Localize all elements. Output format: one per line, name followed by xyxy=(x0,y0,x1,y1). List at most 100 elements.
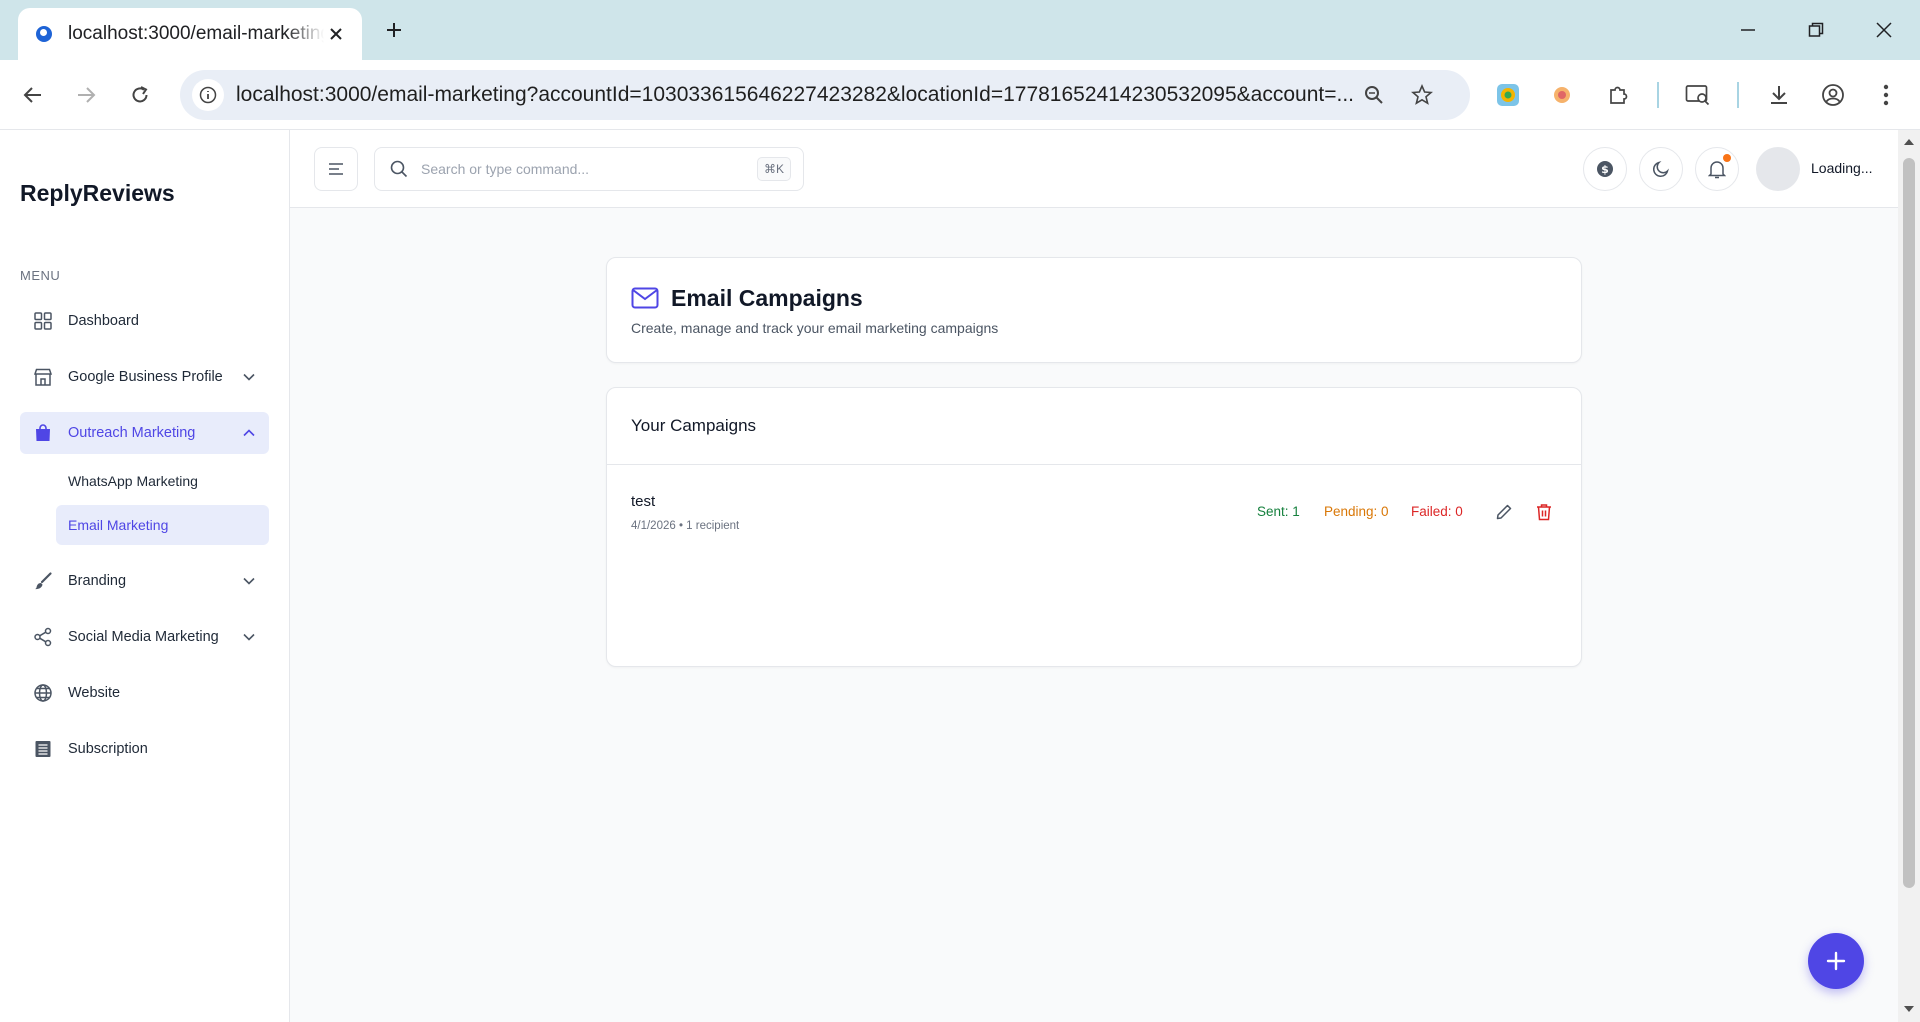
svg-text:$: $ xyxy=(1601,163,1609,176)
chevron-down-icon xyxy=(239,571,259,591)
chevron-down-icon xyxy=(239,627,259,647)
restore-icon[interactable] xyxy=(1800,14,1832,46)
brand-logo[interactable]: ReplyReviews xyxy=(20,180,175,207)
delete-button[interactable] xyxy=(1532,500,1556,524)
bookmark-star-icon[interactable] xyxy=(1406,79,1438,111)
brush-icon xyxy=(33,571,53,591)
menu-heading: MENU xyxy=(20,268,61,283)
moon-icon xyxy=(1653,161,1669,177)
scrollbar-thumb[interactable] xyxy=(1903,158,1915,888)
sidebar-item-dashboard[interactable]: Dashboard xyxy=(20,300,269,342)
store-icon xyxy=(33,367,53,387)
plus-icon xyxy=(1826,951,1846,971)
campaigns-card: Your Campaigns test 4/1/2026 • 1 recipie… xyxy=(606,387,1582,667)
share-icon xyxy=(33,627,53,647)
sidebar-subitem-label: WhatsApp Marketing xyxy=(68,473,198,489)
pencil-icon xyxy=(1496,504,1512,520)
sidebar-item-label: Outreach Marketing xyxy=(68,425,196,441)
sidebar-item-social-media-marketing[interactable]: Social Media Marketing xyxy=(20,616,269,658)
sidebar-subitem-email-marketing[interactable]: Email Marketing xyxy=(56,505,269,545)
close-window-icon[interactable] xyxy=(1868,14,1900,46)
sidebar-item-website[interactable]: Website xyxy=(20,672,269,714)
sidebar-item-label: Social Media Marketing xyxy=(68,629,219,645)
profile-icon[interactable] xyxy=(1817,79,1849,111)
sidebar-item-label: Subscription xyxy=(68,741,148,757)
search-box[interactable]: Search or type command... ⌘K xyxy=(374,147,804,191)
campaigns-title: Your Campaigns xyxy=(631,416,757,435)
minimize-icon[interactable] xyxy=(1732,14,1764,46)
reload-icon[interactable] xyxy=(124,79,156,111)
tab-title: localhost:3000/email-marketing xyxy=(68,23,324,44)
main-content: Search or type command... ⌘K $ Loading..… xyxy=(290,130,1898,1022)
sidebar-item-google-business-profile[interactable]: Google Business Profile xyxy=(20,356,269,398)
trash-icon xyxy=(1537,504,1551,521)
sidebar-item-outreach-marketing[interactable]: Outreach Marketing xyxy=(20,412,269,454)
extension-gear-icon[interactable] xyxy=(1546,79,1578,111)
url-text[interactable]: localhost:3000/email-marketing?accountId… xyxy=(236,83,1356,107)
create-campaign-button[interactable] xyxy=(1808,933,1864,989)
currency-button[interactable]: $ xyxy=(1583,147,1627,191)
extensions-puzzle-icon[interactable] xyxy=(1602,79,1634,111)
sidebar: ReplyReviews MENU Dashboard Google Busin… xyxy=(0,130,290,1022)
top-header: Search or type command... ⌘K $ Loading..… xyxy=(290,130,1898,208)
notification-dot xyxy=(1723,154,1731,162)
browser-tab[interactable]: localhost:3000/email-marketing xyxy=(18,8,362,60)
forward-arrow-icon[interactable] xyxy=(70,79,102,111)
campaign-meta: 4/1/2026 • 1 recipient xyxy=(631,520,740,532)
extension-color-icon[interactable] xyxy=(1492,79,1524,111)
download-icon[interactable] xyxy=(1763,79,1795,111)
chevron-up-icon xyxy=(239,423,259,443)
toolbar-separator xyxy=(1657,82,1659,108)
chevron-down-icon xyxy=(239,367,259,387)
close-tab-icon[interactable] xyxy=(324,22,348,46)
campaign-name[interactable]: test xyxy=(631,493,655,510)
pending-count: Pending: 0 xyxy=(1324,504,1389,519)
scroll-down-icon[interactable] xyxy=(1903,1003,1915,1015)
sidebar-subitem-label: Email Marketing xyxy=(68,517,169,533)
browser-toolbar: localhost:3000/email-marketing?accountId… xyxy=(0,60,1920,130)
sidebar-toggle-button[interactable] xyxy=(314,147,358,191)
favicon-icon xyxy=(36,26,52,42)
sidebar-item-subscription[interactable]: Subscription xyxy=(20,728,269,770)
shopping-bag-icon xyxy=(33,423,53,443)
zoom-icon[interactable] xyxy=(1358,79,1390,111)
toolbar-separator xyxy=(1737,82,1739,108)
mail-icon xyxy=(631,286,659,310)
site-info-icon[interactable] xyxy=(192,79,224,111)
menu-icon xyxy=(329,163,343,175)
dark-mode-toggle[interactable] xyxy=(1639,147,1683,191)
sidebar-subitem-whatsapp-marketing[interactable]: WhatsApp Marketing xyxy=(56,461,269,501)
scroll-up-icon[interactable] xyxy=(1903,136,1915,148)
user-menu-name[interactable]: Loading... xyxy=(1811,160,1873,176)
dollar-icon: $ xyxy=(1597,161,1613,177)
page-scrollbar[interactable] xyxy=(1898,130,1920,1022)
avatar[interactable] xyxy=(1756,147,1800,191)
back-arrow-icon[interactable] xyxy=(17,79,49,111)
sidebar-item-label: Dashboard xyxy=(68,313,139,329)
more-menu-icon[interactable] xyxy=(1870,79,1902,111)
page-header-card: Email Campaigns Create, manage and track… xyxy=(606,257,1582,363)
new-tab-button[interactable] xyxy=(380,16,408,44)
sidebar-item-label: Website xyxy=(68,685,121,701)
search-icon xyxy=(389,159,409,179)
sidebar-item-label: Google Business Profile xyxy=(68,369,223,385)
sidebar-item-branding[interactable]: Branding xyxy=(20,560,269,602)
page-title: Email Campaigns xyxy=(671,285,863,311)
notifications-button[interactable] xyxy=(1695,147,1739,191)
list-icon xyxy=(33,739,53,759)
address-bar[interactable]: localhost:3000/email-marketing?accountId… xyxy=(180,70,1470,120)
browser-tab-bar: localhost:3000/email-marketing xyxy=(0,0,1920,60)
sidebar-item-label: Branding xyxy=(68,573,127,589)
search-input[interactable]: Search or type command... xyxy=(421,161,757,177)
grid-icon xyxy=(33,311,53,331)
globe-icon xyxy=(33,683,53,703)
search-tab-icon[interactable] xyxy=(1682,79,1714,111)
page-subtitle: Create, manage and track your email mark… xyxy=(631,320,999,336)
edit-button[interactable] xyxy=(1492,500,1516,524)
sent-count: Sent: 1 xyxy=(1257,504,1300,519)
campaign-row[interactable]: test 4/1/2026 • 1 recipient Sent: 1 Pend… xyxy=(607,465,1581,555)
shortcut-badge: ⌘K xyxy=(756,157,791,181)
app-root: ReplyReviews MENU Dashboard Google Busin… xyxy=(0,130,1920,1022)
bell-icon xyxy=(1708,161,1726,179)
failed-count: Failed: 0 xyxy=(1411,504,1463,519)
